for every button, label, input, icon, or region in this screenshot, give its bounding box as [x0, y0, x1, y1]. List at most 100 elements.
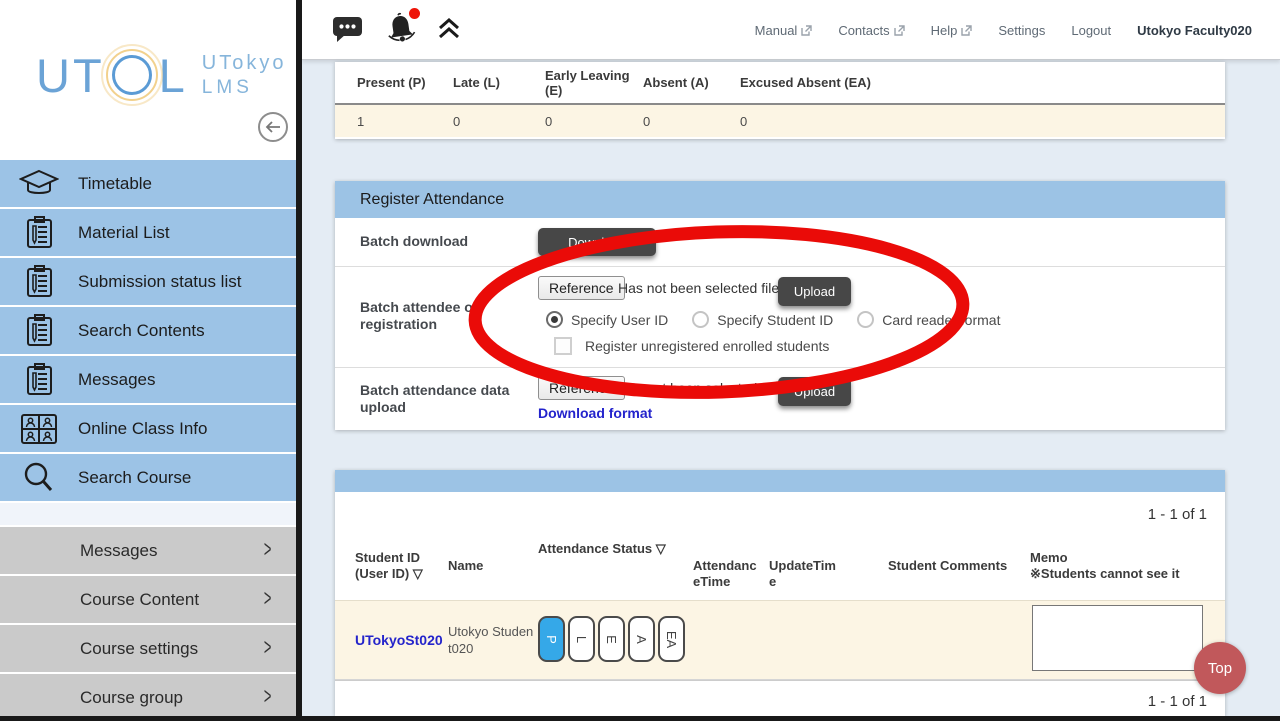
- chevron-right-icon: >: [264, 586, 271, 613]
- status-button-late[interactable]: L: [568, 616, 595, 662]
- batch-attendance-upload-row: Batch attendance data upload Reference H…: [335, 367, 1225, 430]
- summary-value-absent: 0: [643, 114, 740, 129]
- batch-attendee-registration-row: Batch attendee of registration Reference…: [335, 266, 1225, 367]
- sidebar-item-submission-status-list[interactable]: Submission status list: [0, 258, 296, 305]
- upload-button[interactable]: Upload: [778, 377, 851, 406]
- radio-label: Specify Student ID: [717, 312, 833, 328]
- column-student-id[interactable]: Student ID (User ID) ▽: [355, 550, 437, 582]
- settings-link[interactable]: Settings: [998, 23, 1045, 38]
- sidebar-item-timetable[interactable]: Timetable: [0, 160, 296, 207]
- help-link-label: Help: [931, 23, 958, 38]
- course-menu-label: Messages: [80, 541, 157, 561]
- status-button-excused-absent[interactable]: EA: [658, 616, 685, 662]
- summary-col-present: Present (P): [357, 75, 453, 90]
- pagination-top: 1 - 1 of 1: [1148, 506, 1207, 523]
- no-file-selected-text: Has not been selected file.: [618, 280, 783, 296]
- external-link-icon: [894, 25, 905, 36]
- sidebar-item-label: Search Course: [78, 468, 191, 488]
- graduation-cap-icon: [0, 169, 78, 199]
- help-link[interactable]: Help: [931, 23, 973, 38]
- memo-textarea[interactable]: [1032, 605, 1203, 671]
- column-memo-note: ※Students cannot see it: [1030, 566, 1215, 582]
- course-menu-messages[interactable]: Messages >: [0, 527, 296, 574]
- reference-button[interactable]: Reference: [538, 376, 625, 400]
- id-format-radio-group: Specify User ID Specify Student ID Card …: [546, 311, 1000, 328]
- summary-value-present: 1: [357, 114, 453, 129]
- sidebar-item-material-list[interactable]: Material List: [0, 209, 296, 256]
- table-row: UTokyoSt020 Utokyo Student020 P L E A EA: [335, 600, 1225, 680]
- radio-specify-student-id[interactable]: [692, 311, 709, 328]
- topbar: Manual Contacts Help Settings Logout Uto…: [302, 0, 1280, 60]
- batch-attendee-label: Batch attendee of registration: [360, 299, 510, 333]
- logo-text-ut: UT: [36, 52, 105, 99]
- status-button-early-leaving[interactable]: E: [598, 616, 625, 662]
- collapse-up-icon[interactable]: [438, 18, 460, 40]
- register-attendance-card: Register Attendance Batch download Downl…: [335, 181, 1225, 430]
- notification-badge-dot: [409, 8, 420, 19]
- course-menu-course-group[interactable]: Course group >: [0, 674, 296, 721]
- summary-value-early-leaving: 0: [545, 114, 643, 129]
- radio-label: Card reader format: [882, 312, 1000, 328]
- course-menu-course-content[interactable]: Course Content >: [0, 576, 296, 623]
- sidebar-item-messages[interactable]: Messages: [0, 356, 296, 403]
- scroll-to-top-button[interactable]: Top: [1194, 642, 1246, 694]
- table-header-bar: [335, 470, 1225, 492]
- logo-area: UT L UTokyo LMS: [0, 0, 296, 160]
- manual-link[interactable]: Manual: [755, 23, 813, 38]
- current-user-name: Utokyo Faculty020: [1137, 23, 1252, 38]
- sidebar-item-online-class-info[interactable]: Online Class Info: [0, 405, 296, 452]
- logo-subtitle-line1: UTokyo: [202, 52, 287, 75]
- status-button-absent[interactable]: A: [628, 616, 655, 662]
- logout-link[interactable]: Logout: [1071, 23, 1111, 38]
- radio-specify-user-id[interactable]: [546, 311, 563, 328]
- column-attendance-time: AttendanceTime: [693, 558, 759, 590]
- sidebar-item-label: Submission status list: [78, 272, 241, 292]
- manual-link-label: Manual: [755, 23, 798, 38]
- download-button[interactable]: Download: [538, 228, 656, 256]
- register-unregistered-row: Register unregistered enrolled students: [554, 337, 829, 355]
- column-attendance-status[interactable]: Attendance Status ▽: [538, 541, 698, 557]
- download-format-link[interactable]: Download format: [538, 405, 652, 421]
- sidebar-item-label: Material List: [78, 223, 170, 243]
- sidebar-item-search-course[interactable]: Search Course: [0, 454, 296, 501]
- external-link-icon: [801, 25, 812, 36]
- logo-subtitle: UTokyo LMS: [202, 52, 287, 99]
- register-unregistered-checkbox[interactable]: [554, 337, 572, 355]
- pagination-bottom: 1 - 1 of 1: [1148, 693, 1207, 710]
- sidebar-divider: [296, 0, 302, 721]
- attendance-status-buttons: P L E A EA: [538, 616, 685, 662]
- sidebar-item-label: Search Contents: [78, 321, 205, 341]
- bottom-edge-bar: [0, 716, 1280, 721]
- sidebar-item-search-contents[interactable]: Search Contents: [0, 307, 296, 354]
- sidebar-collapse-button[interactable]: [258, 112, 288, 142]
- notifications-bell-icon[interactable]: [384, 12, 418, 46]
- chat-icon[interactable]: [332, 14, 364, 44]
- student-name: Utokyo Student020: [448, 623, 536, 657]
- status-button-present[interactable]: P: [538, 616, 565, 662]
- student-id-link[interactable]: UTokyoSt020: [355, 632, 443, 648]
- summary-col-absent: Absent (A): [643, 75, 740, 90]
- course-menu-label: Course group: [80, 688, 183, 708]
- logout-link-label: Logout: [1071, 23, 1111, 38]
- search-icon: [0, 461, 78, 495]
- sidebar: UT L UTokyo LMS Timetabl: [0, 0, 296, 721]
- sidebar-item-label: Messages: [78, 370, 155, 390]
- clipboard-icon: [0, 265, 78, 299]
- column-name: Name: [448, 558, 508, 574]
- summary-value-excused-absent: 0: [740, 114, 880, 129]
- column-student-comments: Student Comments: [888, 558, 1048, 574]
- logo-o-rings-icon: [107, 50, 157, 100]
- upload-button[interactable]: Upload: [778, 277, 851, 306]
- sidebar-item-label: Timetable: [78, 174, 152, 194]
- contacts-link-label: Contacts: [838, 23, 889, 38]
- chevron-right-icon: >: [264, 684, 271, 711]
- contacts-link[interactable]: Contacts: [838, 23, 904, 38]
- page: Manual Contacts Help Settings Logout Uto…: [0, 0, 1280, 721]
- external-link-icon: [961, 25, 972, 36]
- summary-values-row: 1 0 0 0 0: [335, 105, 1225, 137]
- topbar-links: Manual Contacts Help Settings Logout Uto…: [755, 0, 1252, 60]
- radio-card-reader-format[interactable]: [857, 311, 874, 328]
- column-update-time: UpdateTime: [769, 558, 841, 590]
- course-menu-course-settings[interactable]: Course settings >: [0, 625, 296, 672]
- reference-button[interactable]: Reference: [538, 276, 625, 300]
